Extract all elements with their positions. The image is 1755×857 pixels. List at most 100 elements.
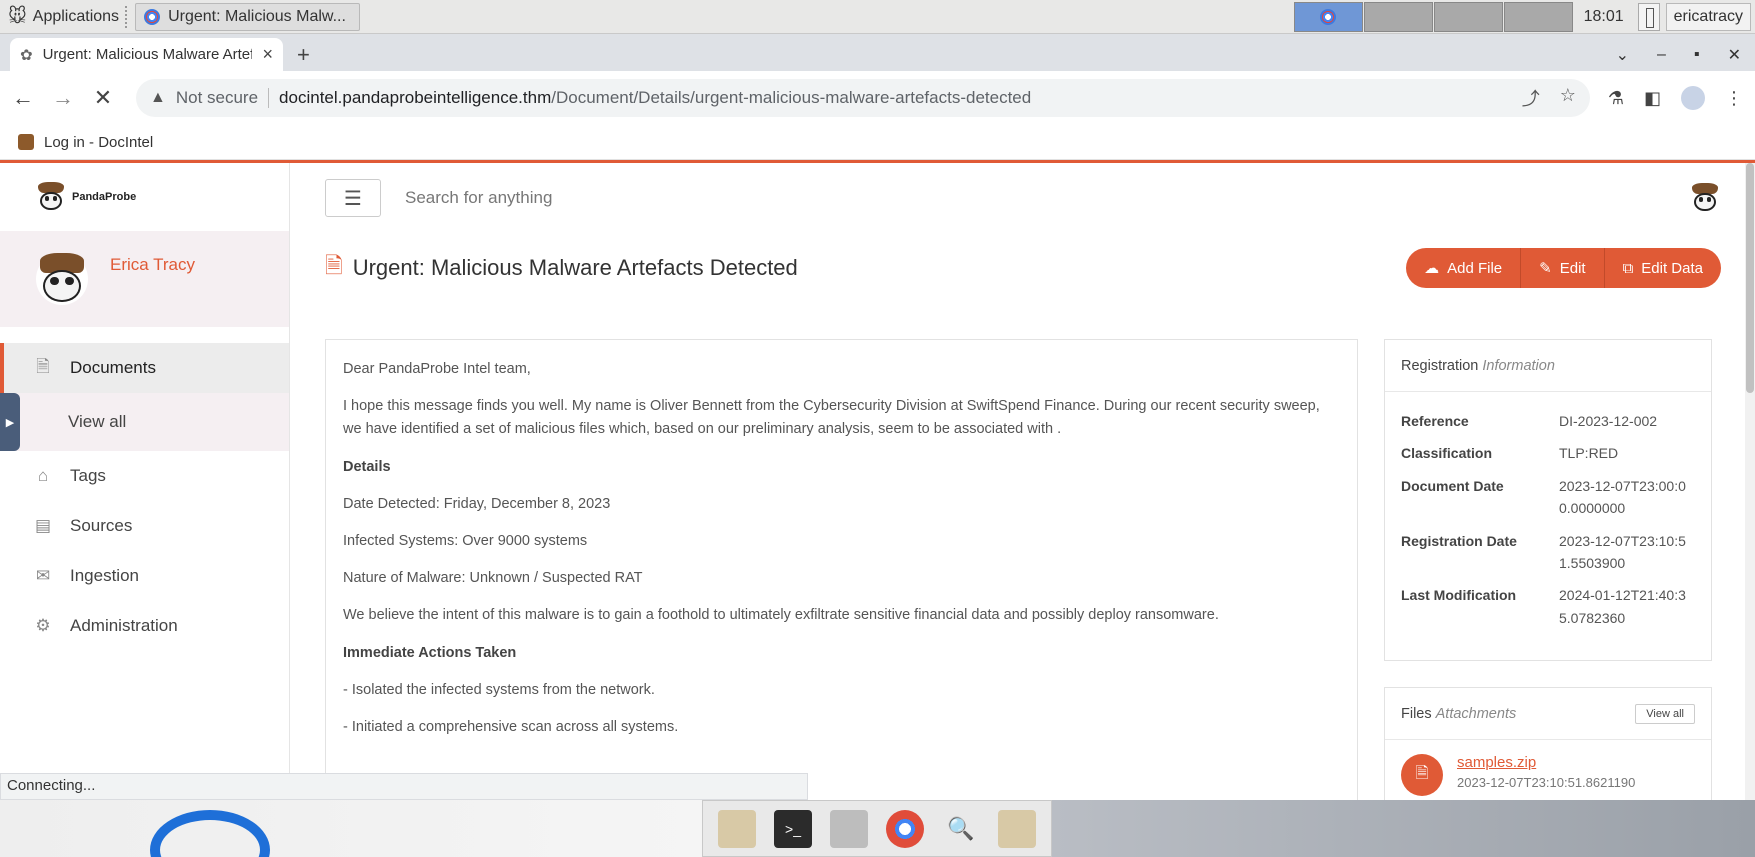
workspace-1[interactable] [1293,1,1363,32]
action-button-group: ☁ Add File ✎ Edit ⧉ Edit Data [1406,248,1721,288]
top-user-avatar[interactable] [1690,183,1720,213]
folder-icon[interactable] [998,809,1036,848]
files-title: Files [1401,705,1432,722]
search-input[interactable]: Search for anything [405,188,552,208]
intent-text: We believe the intent of this malware is… [343,607,1219,624]
maximize-icon[interactable]: ▪ [1694,46,1700,64]
date-detected-text: Date Detected: Friday, December 8, 2023 [343,495,611,512]
search-icon[interactable]: 🔍 [942,810,980,848]
add-file-button[interactable]: ☁ Add File [1406,248,1522,288]
top-bar: ☰ Search for anything [290,163,1755,233]
edit-button[interactable]: ✎ Edit [1521,248,1605,288]
edit-label: Edit [1559,259,1586,277]
docintel-favicon-icon [18,134,34,150]
applications-label: Applications [32,7,120,25]
edit-icon: ✎ [1539,260,1552,277]
file-date: 2023-12-07T23:10:51.8621190 [1457,775,1636,790]
more-menu-icon[interactable]: ⋮ [1725,88,1743,109]
tag-icon: ⌂ [37,466,49,485]
sidebar-item-label: Tags [70,466,106,485]
chrome-icon[interactable] [886,809,924,848]
sidebar-item-ingestion[interactable]: ✉ Ingestion [0,551,289,601]
document-icon: 🗎 [36,356,50,376]
url-path: /Document/Details/urgent-malicious-malwa… [551,88,1032,107]
tab-search-icon[interactable]: ⌄ [1616,45,1629,65]
sidebar-item-administration[interactable]: ⚙ Administration [0,601,289,651]
gear-icon: ⚙ [35,616,51,635]
sidebar-item-view-all[interactable]: View all [0,393,289,451]
brand-logo[interactable]: PandaProbe [0,163,289,231]
workspace-2[interactable] [1363,1,1433,32]
sidebar-item-sources[interactable]: ▤ Sources [0,501,289,551]
file-manager-icon[interactable] [718,809,756,848]
stop-loading-icon[interactable]: ✕ [92,85,114,111]
view-all-files-button[interactable]: View all [1635,703,1695,724]
registration-header: Registration Information [1385,340,1711,392]
sidebar-item-label: Administration [70,616,178,635]
back-icon[interactable]: ← [12,85,34,111]
infected-systems-text: Infected Systems: Over 9000 systems [343,532,588,549]
action-1-text: - Isolated the infected systems from the… [343,681,655,698]
web-page: PandaProbe Erica Tracy 🗎 Documents View … [0,160,1755,800]
url-divider [268,88,270,108]
cloud-upload-icon: ☁ [1424,260,1440,277]
page-scrollbar[interactable] [1745,163,1755,800]
taskbar-window-button[interactable]: Urgent: Malicious Malw... [135,2,361,31]
scrollbar-thumb[interactable] [1746,163,1754,393]
nature-text: Nature of Malware: Unknown / Suspected R… [343,570,643,587]
reg-key: Classification [1401,445,1493,462]
close-window-icon[interactable]: ✕ [1728,45,1741,65]
user-name[interactable]: Erica Tracy [110,255,195,327]
tab-favicon-icon: ✿ [20,46,33,64]
reg-row-reference: Reference DI-2023-12-002 [1401,410,1695,432]
hierarchy-icon: ⧉ [1622,259,1634,277]
applications-menu[interactable]: 🐭 Applications [0,0,119,33]
bookmark-login-docintel[interactable]: Log in - DocIntel [44,134,153,151]
extensions-flask-icon[interactable]: ⚗ [1608,88,1624,109]
user-menu[interactable]: ericatracy [1665,2,1751,31]
side-panel-icon[interactable]: ◧ [1644,88,1661,109]
main-content: ☰ Search for anything 🗎 Urgent: Maliciou… [290,163,1755,800]
file-link[interactable]: samples.zip [1457,754,1635,771]
reg-row-last-modification: Last Modification 2024-01-12T21:40:35.07… [1401,584,1695,629]
profile-avatar-icon[interactable] [1681,86,1705,110]
minimize-icon[interactable]: – [1657,46,1666,64]
reg-row-registration-date: Registration Date 2023-12-07T23:10:51.55… [1401,530,1695,575]
edit-data-button[interactable]: ⧉ Edit Data [1605,248,1721,288]
battery-icon [1637,2,1660,31]
user-avatar[interactable] [36,253,88,305]
browser-tab[interactable]: ✿ Urgent: Malicious Malware Artefacts De… [10,38,283,71]
warning-icon: ▲ [150,89,166,106]
sidebar-item-label: View all [68,412,127,431]
workspace-3[interactable] [1433,1,1503,32]
workspace-4[interactable] [1503,1,1573,32]
not-secure-label: Not secure [175,88,259,107]
inbox-icon: ✉ [35,566,51,585]
brand-name: PandaProbe [72,191,137,203]
desktop-background: >_ 🔍 [0,800,1755,857]
file-icon: 🗎 [1401,754,1443,796]
document-title-row: 🗎 Urgent: Malicious Malware Artefacts De… [290,233,1755,297]
user-profile-box: Erica Tracy [0,231,289,327]
file-cabinet-icon[interactable] [830,809,868,848]
terminal-icon[interactable]: >_ [774,809,812,848]
bookmarks-bar: Log in - DocIntel [0,125,1755,160]
share-icon[interactable]: ⤴ [1522,85,1540,111]
taskbar-window-title: Urgent: Malicious Malw... [168,7,346,25]
close-tab-icon[interactable]: × [262,44,273,65]
reg-row-document-date: Document Date 2023-12-07T23:00:00.000000… [1401,475,1695,520]
forward-icon[interactable]: → [52,85,74,111]
reg-value: 2024-01-12T21:40:35.0782360 [1559,587,1686,626]
new-tab-button[interactable]: + [297,38,310,71]
panda-logo-icon [36,182,66,212]
page-title: Urgent: Malicious Malware Artefacts Dete… [352,255,798,280]
registration-card: Registration Information Reference DI-20… [1384,339,1712,661]
sidebar-item-tags[interactable]: ⌂ Tags [0,451,289,501]
address-bar[interactable]: ▲ Not secure docintel.pandaprobeintellig… [136,79,1590,117]
sidebar-item-label: Ingestion [70,566,139,585]
hamburger-menu-button[interactable]: ☰ [325,179,381,217]
reg-key: Last Modification [1401,587,1517,604]
sidebar-drag-handle[interactable]: ▶ [0,393,20,451]
bookmark-star-icon[interactable]: ☆ [1560,85,1576,111]
sidebar-item-documents[interactable]: 🗎 Documents [0,343,289,393]
